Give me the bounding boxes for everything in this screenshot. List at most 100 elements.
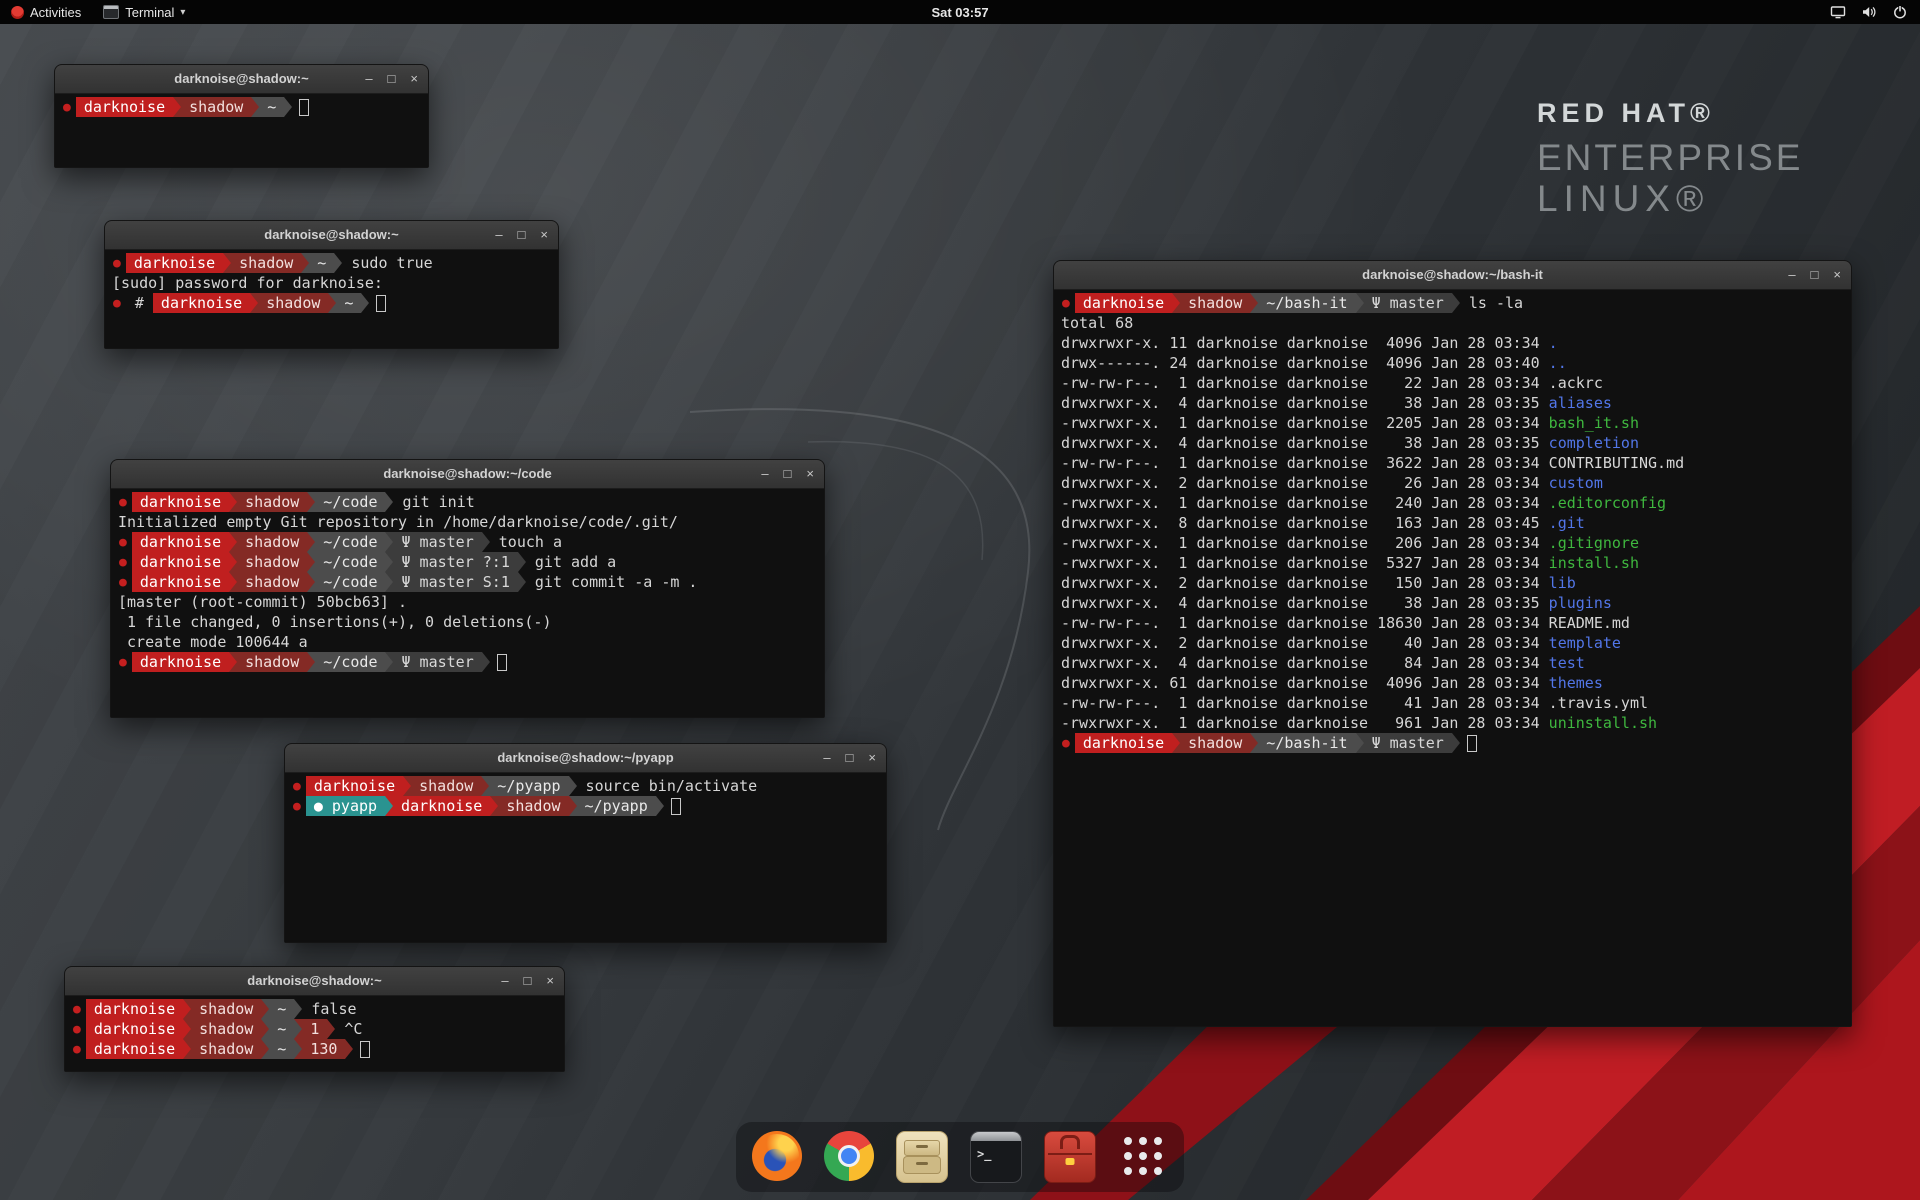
powerline-arrow-icon (307, 572, 315, 592)
clock[interactable]: Sat 03:57 (931, 5, 988, 20)
terminal-window-5[interactable]: darknoise@shadow:~/bash-it– □ × ●darknoises… (1053, 260, 1852, 1027)
powerline-arrow-icon (1356, 733, 1364, 753)
window-titlebar[interactable]: darknoise@shadow:~–□× (65, 967, 564, 996)
terminal-line: drwxrwxr-x. 4 darknoise darknoise 38 Jan… (1061, 433, 1851, 453)
terminal-window-4[interactable]: darknoise@shadow:~/pyapp–□×●darknoisesha… (284, 743, 887, 943)
window-maximize-button[interactable]: □ (518, 227, 526, 242)
powerline-arrow-icon (569, 776, 577, 796)
app-grid-icon[interactable] (1118, 1131, 1168, 1181)
terminal-line: ●darknoiseshadow~/code git init (118, 492, 824, 512)
prompt-segment-user: darknoise (393, 796, 490, 816)
window-minimize-button[interactable]: – (761, 466, 768, 481)
terminal-text: drwxrwxr-x. 4 darknoise darknoise 38 Jan… (1061, 593, 1549, 613)
terminal-text: .. (1549, 353, 1567, 373)
prompt-segment-path: ~/code (315, 492, 385, 512)
terminal-line: -rwxrwxr-x. 1 darknoise darknoise 961 Ja… (1061, 713, 1851, 733)
prompt-segment-path: ~/pyapp (577, 796, 656, 816)
firefox-icon[interactable] (752, 1131, 802, 1181)
window-close-button[interactable]: × (1833, 267, 1841, 282)
prompt-segment-host: shadow (237, 492, 307, 512)
prompt-segment-user: darknoise (306, 776, 403, 796)
terminal-text: custom (1549, 473, 1603, 493)
window-titlebar[interactable]: darknoise@shadow:~–□× (55, 65, 428, 94)
prompt-segment-user: darknoise (126, 253, 223, 273)
window-titlebar[interactable]: darknoise@shadow:~/code–□× (111, 460, 824, 489)
terminal-text: source bin/activate (577, 776, 758, 796)
terminal-text: [master (root-commit) 50bcb63] . (118, 592, 407, 612)
terminal-icon[interactable]: >_ (970, 1131, 1022, 1183)
terminal-line: -rw-rw-r--. 1 darknoise darknoise 41 Jan… (1061, 693, 1851, 713)
prompt-segment-path: ~/bash-it (1258, 293, 1355, 313)
toolbox-icon[interactable] (1044, 1131, 1096, 1183)
terminal-body[interactable]: ●darknoiseshadow~/pyapp source bin/activ… (285, 773, 886, 942)
window-maximize-button[interactable]: □ (524, 973, 532, 988)
terminal-cursor (1467, 735, 1477, 752)
grid-dot (1154, 1167, 1162, 1175)
terminal-line: total 68 (1061, 313, 1851, 333)
terminal-body[interactable]: ●darknoiseshadow~ sudo true[sudo] passwo… (105, 250, 558, 348)
redhat-prompt-icon: ● (72, 999, 86, 1019)
activities-button[interactable]: Activities (0, 0, 92, 24)
prompt-segment-path: ~ (269, 999, 294, 1019)
terminal-line: drwxrwxr-x. 11 darknoise darknoise 4096 … (1061, 333, 1851, 353)
window-maximize-button[interactable]: □ (846, 750, 854, 765)
window-maximize-button[interactable]: □ (784, 466, 792, 481)
terminal-text: drwxrwxr-x. 61 darknoise darknoise 4096 … (1061, 673, 1549, 693)
powerline-arrow-icon (229, 572, 237, 592)
terminal-window-1[interactable]: darknoise@shadow:~–□×●darknoiseshadow~ (54, 64, 429, 168)
window-close-button[interactable]: × (410, 71, 418, 86)
power-icon[interactable] (1892, 4, 1908, 20)
app-menu-terminal[interactable]: Terminal ▾ (92, 0, 196, 24)
terminal-cursor (671, 798, 681, 815)
terminal-text: sudo true (342, 253, 432, 273)
terminal-window-6[interactable]: darknoise@shadow:~–□×●darknoiseshadow~ f… (64, 966, 565, 1072)
terminal-body[interactable]: ●darknoiseshadow~/code git initInitializ… (111, 489, 824, 717)
prompt-segment-path: ~ (336, 293, 361, 313)
grid-dot (1154, 1152, 1162, 1160)
window-minimize-button[interactable]: – (823, 750, 830, 765)
powerline-arrow-icon (1356, 293, 1364, 313)
terminal-text: -rwxrwxr-x. 1 darknoise darknoise 206 Ja… (1061, 533, 1549, 553)
prompt-segment-user: darknoise (132, 652, 229, 672)
terminal-text: drwxrwxr-x. 4 darknoise darknoise 38 Jan… (1061, 433, 1549, 453)
terminal-body[interactable]: ●darknoiseshadow~/bash-itΨ master ls -la… (1054, 290, 1851, 1026)
powerline-arrow-icon (261, 1019, 269, 1039)
window-minimize-button[interactable]: – (365, 71, 372, 86)
window-minimize-button[interactable]: – (1788, 267, 1795, 282)
window-titlebar[interactable]: darknoise@shadow:~/bash-it– □ × (1054, 261, 1851, 290)
display-icon[interactable] (1830, 4, 1846, 20)
powerline-arrow-icon (294, 1039, 302, 1059)
powerline-arrow-icon (229, 532, 237, 552)
prompt-segment-host: shadow (231, 253, 301, 273)
terminal-window-3[interactable]: darknoise@shadow:~/code–□×●darknoiseshad… (110, 459, 825, 718)
terminal-line: create mode 100644 a (118, 632, 824, 652)
window-minimize-button[interactable]: – (501, 973, 508, 988)
terminal-window-2[interactable]: darknoise@shadow:~–□×●darknoiseshadow~ s… (104, 220, 559, 349)
window-close-button[interactable]: × (806, 466, 814, 481)
window-close-button[interactable]: × (546, 973, 554, 988)
powerline-arrow-icon (327, 1019, 335, 1039)
powerline-arrow-icon (385, 796, 393, 816)
window-title: darknoise@shadow:~/bash-it (1054, 261, 1851, 289)
redhat-prompt-icon: ● (112, 293, 126, 313)
window-close-button[interactable]: × (868, 750, 876, 765)
prompt-segment-git: Ψ master ?:1 (393, 552, 517, 572)
grid-dot (1139, 1152, 1147, 1160)
window-maximize-button[interactable]: □ (388, 71, 396, 86)
window-close-button[interactable]: × (540, 227, 548, 242)
window-maximize-button[interactable]: □ (1811, 267, 1819, 282)
files-icon[interactable] (896, 1131, 948, 1183)
powerline-arrow-icon (173, 97, 181, 117)
window-minimize-button[interactable]: – (495, 227, 502, 242)
grid-dot (1139, 1167, 1147, 1175)
prompt-segment-path: ~/code (315, 652, 385, 672)
chrome-icon[interactable] (824, 1131, 874, 1181)
powerline-arrow-icon (385, 652, 393, 672)
terminal-body[interactable]: ●darknoiseshadow~ (55, 94, 428, 167)
terminal-text: plugins (1549, 593, 1612, 613)
terminal-body[interactable]: ●darknoiseshadow~ false●darknoiseshadow~… (65, 996, 564, 1071)
powerline-arrow-icon (1172, 733, 1180, 753)
volume-icon[interactable] (1861, 4, 1877, 20)
window-titlebar[interactable]: darknoise@shadow:~/pyapp–□× (285, 744, 886, 773)
window-titlebar[interactable]: darknoise@shadow:~–□× (105, 221, 558, 250)
